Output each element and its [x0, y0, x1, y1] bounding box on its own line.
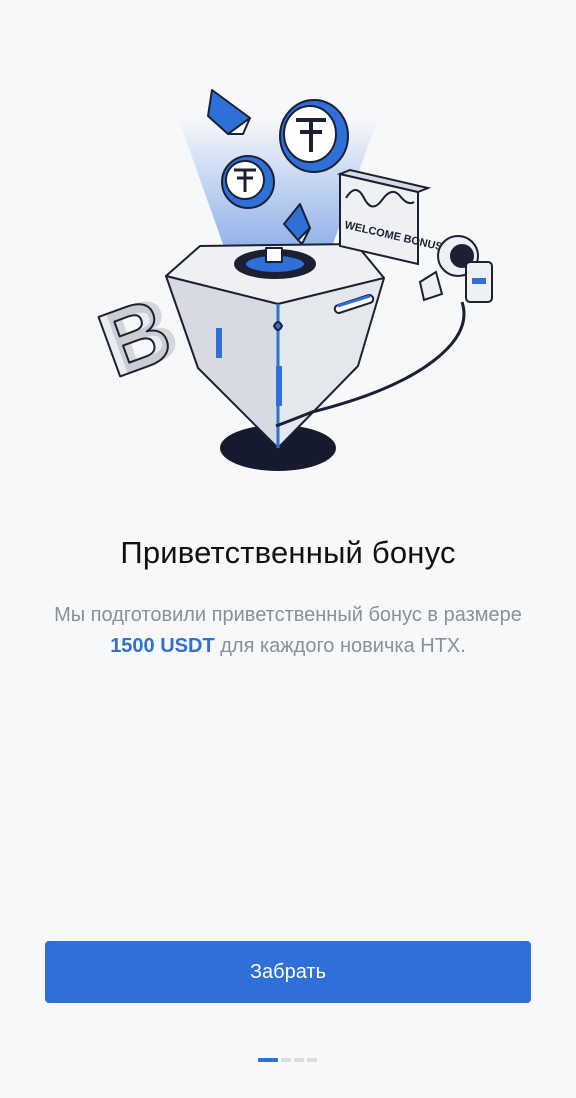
description-text: Мы подготовили приветственный бонус в ра…	[54, 604, 522, 626]
page-title: Приветственный бонус	[120, 535, 456, 570]
welcome-bonus-illustration: B B WELCOME BONUS	[88, 89, 493, 471]
page-dot[interactable]	[294, 1058, 304, 1062]
page-dot[interactable]	[307, 1058, 317, 1062]
description-text-end: для каждого новичка HTX.	[214, 635, 466, 657]
diamond-funnel-icon	[165, 243, 385, 449]
pagination-dots	[258, 1058, 317, 1062]
page-dot-active[interactable]	[258, 1058, 278, 1062]
welcome-bonus-sign: WELCOME BONUS	[336, 168, 444, 266]
description: Мы подготовили приветственный бонус в ра…	[38, 600, 538, 662]
page-dot[interactable]	[281, 1058, 291, 1062]
tether-icon	[279, 99, 349, 173]
tether-icon	[221, 155, 275, 209]
claim-button[interactable]: Забрать	[45, 941, 531, 1003]
bonus-amount: 1500 USDT	[110, 635, 215, 657]
